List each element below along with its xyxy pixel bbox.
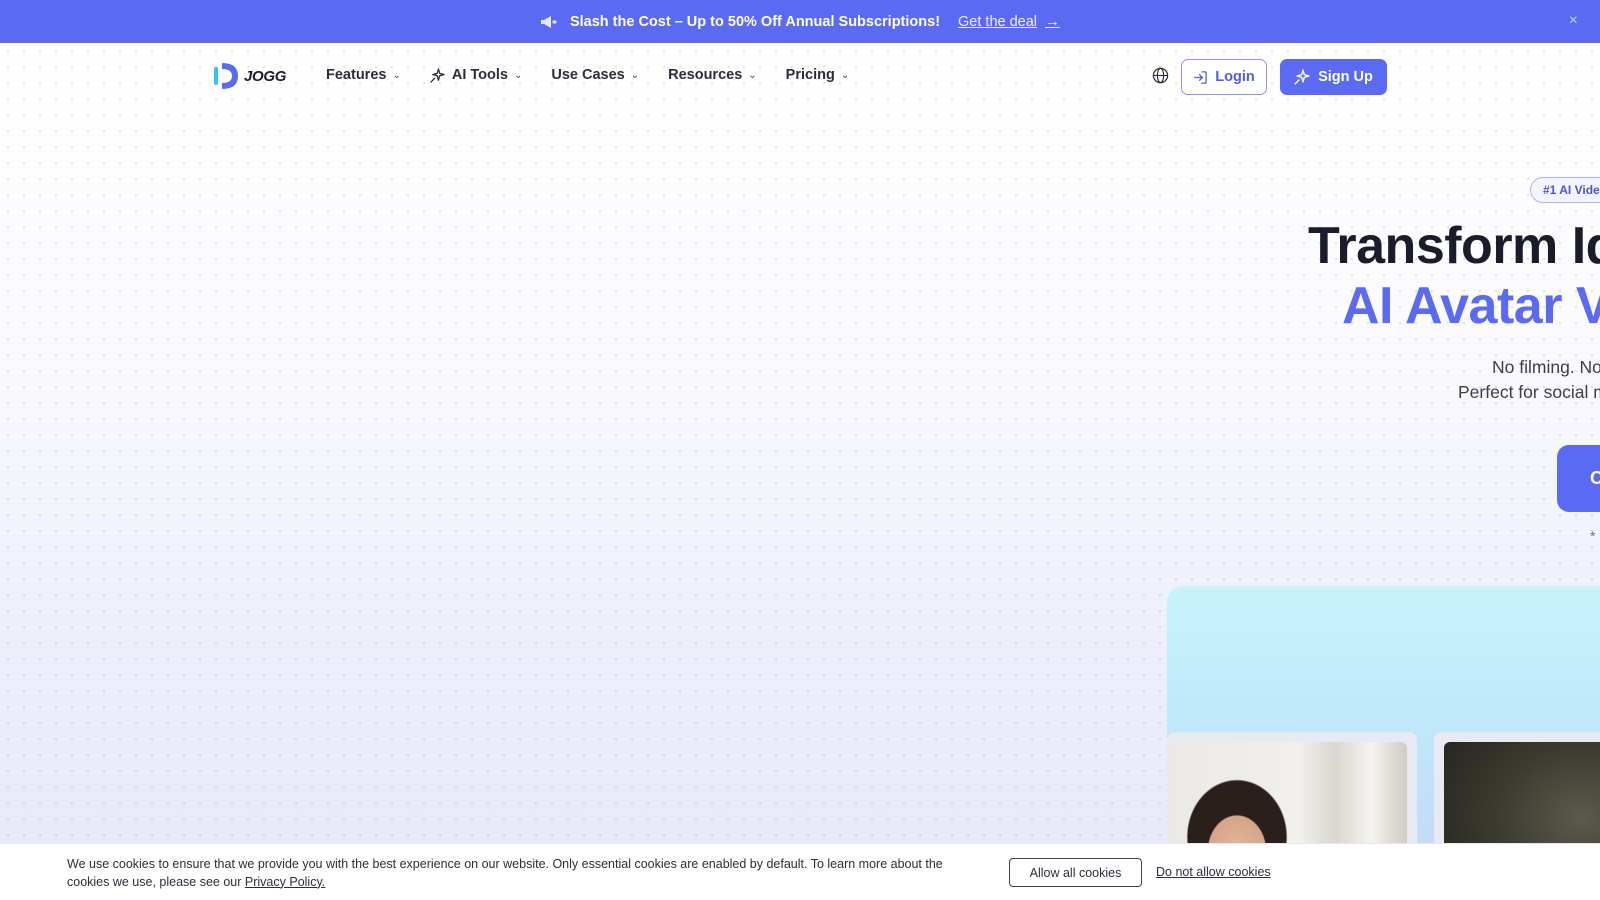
signup-label: Sign Up <box>1318 69 1373 85</box>
nav-item-label: Pricing <box>785 67 835 83</box>
hero-footnote: * <box>1590 528 1596 544</box>
nav-item-label: Features <box>326 67 387 83</box>
chevron-down-icon: ⌄ <box>748 69 757 81</box>
logo[interactable]: JOGG <box>213 61 286 91</box>
privacy-policy-link[interactable]: Privacy Policy. <box>245 875 325 889</box>
cookie-message: We use cookies to ensure that we provide… <box>67 856 947 891</box>
chevron-down-icon: ⌄ <box>840 69 850 81</box>
nav-item-pricing[interactable]: Pricing ⌄ <box>786 67 850 83</box>
hero-title-line2: AI Avatar V <box>1342 277 1600 335</box>
chevron-down-icon: ⌄ <box>513 69 523 81</box>
hero-cta-button[interactable]: C <box>1557 445 1600 512</box>
cookie-text: We use cookies to ensure that we provide… <box>67 857 943 889</box>
hero-badge: #1 AI Video <box>1530 177 1600 203</box>
nav-item-use-cases[interactable]: Use Cases ⌄ <box>551 67 639 83</box>
nav-item-features[interactable]: Features ⌄ <box>326 67 401 83</box>
login-label: Login <box>1215 69 1255 85</box>
signup-button[interactable]: Sign Up <box>1280 59 1387 95</box>
login-icon <box>1194 70 1208 84</box>
chevron-down-icon: ⌄ <box>630 69 640 81</box>
close-icon[interactable]: × <box>1569 12 1578 30</box>
logo-text: JOGG <box>244 67 287 85</box>
hero-subtitle-line2: Perfect for social m <box>1458 382 1600 402</box>
nav-item-label: Use Cases <box>551 67 625 83</box>
nav-item-label: Resources <box>668 67 743 83</box>
top-navigation: JOGG Features ⌄ AI Tools ⌄ Use Cases ⌄ R… <box>0 43 1600 111</box>
chevron-down-icon: ⌄ <box>392 69 401 81</box>
main-menu: Features ⌄ AI Tools ⌄ Use Cases ⌄ Resour… <box>326 67 878 83</box>
hero-title-line1: Transform Id <box>1308 217 1600 275</box>
sparkle-icon <box>1294 69 1310 85</box>
login-button[interactable]: Login <box>1181 59 1267 95</box>
hero-subtitle-line1: No filming. No <box>1492 357 1600 377</box>
cookie-banner: We use cookies to ensure that we provide… <box>0 843 1600 900</box>
nav-item-ai-tools[interactable]: AI Tools ⌄ <box>430 67 523 83</box>
get-deal-link[interactable]: Get the deal → <box>958 13 1060 30</box>
nav-item-resources[interactable]: Resources ⌄ <box>668 67 757 83</box>
globe-icon[interactable] <box>1152 67 1169 84</box>
sparkle-icon <box>430 67 445 83</box>
megaphone-icon <box>540 14 558 30</box>
deny-cookies-link[interactable]: Do not allow cookies <box>1156 865 1271 879</box>
allow-cookies-button[interactable]: Allow all cookies <box>1009 858 1142 887</box>
promo-text: Slash the Cost – Up to 50% Off Annual Su… <box>569 13 941 30</box>
arrow-right-icon: → <box>1045 13 1061 30</box>
hero-cta-label: C <box>1590 468 1600 488</box>
promo-banner: Slash the Cost – Up to 50% Off Annual Su… <box>0 0 1600 43</box>
nav-item-label: AI Tools <box>451 67 508 83</box>
jogg-logo-icon <box>214 63 238 89</box>
get-deal-label: Get the deal <box>958 13 1038 30</box>
